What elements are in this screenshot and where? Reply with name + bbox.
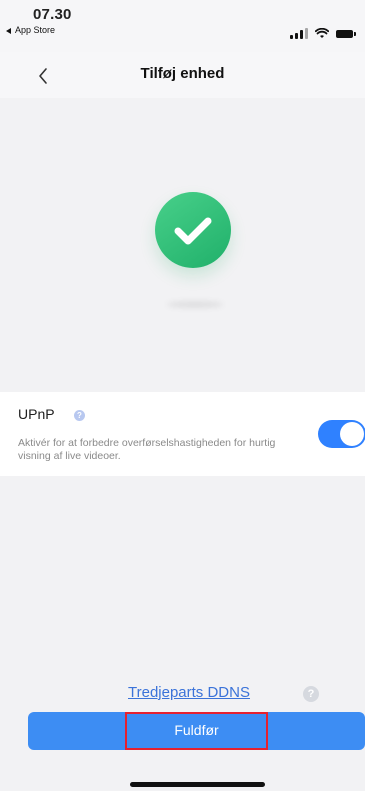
page-title: Tilføj enhed [140,65,225,82]
toggle-knob [340,422,364,446]
wifi-icon [315,28,329,38]
ddns-help-icon[interactable] [303,686,319,702]
finish-button-highlight [125,712,268,750]
battery-icon [336,29,356,38]
success-shadow [167,301,223,308]
home-indicator [130,782,265,787]
upnp-label: UPnP [18,406,55,422]
success-check-icon [155,192,231,268]
status-icons [290,28,356,39]
upnp-description: Aktivér for at forbedre overførselshasti… [18,437,276,462]
status-time: 07.30 [33,6,72,23]
success-panel [0,98,365,392]
nav-bar: Tilføj enhed [0,52,365,98]
back-to-app-link[interactable]: App Store [6,25,55,35]
check-icon [174,217,212,245]
upnp-toggle[interactable] [318,420,365,448]
upnp-help-icon[interactable] [74,410,85,421]
status-bar: 07.30 App Store [0,0,365,52]
third-party-ddns-link[interactable]: Tredjeparts DDNS [128,684,250,701]
back-app-icon [6,27,11,34]
upnp-setting: UPnP Aktivér for at forbedre overførsels… [0,392,365,476]
signal-icon [290,28,308,39]
back-app-label: App Store [15,25,56,35]
